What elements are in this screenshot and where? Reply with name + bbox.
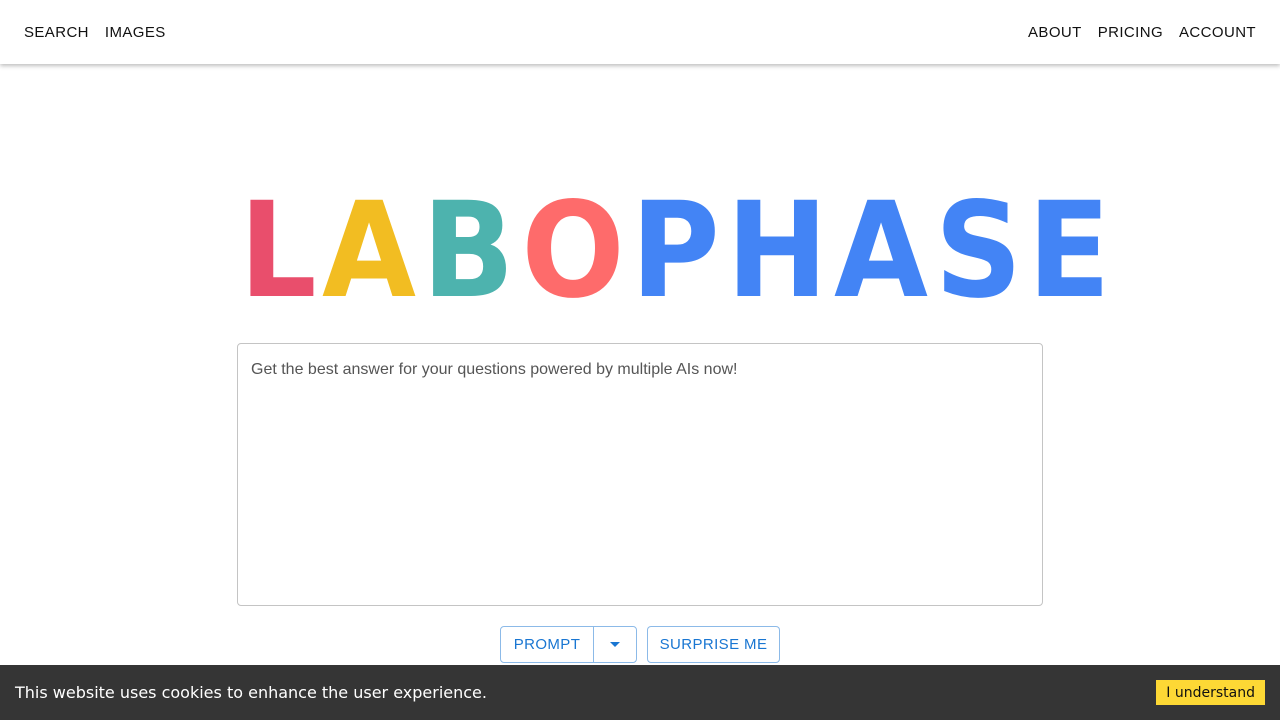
cookie-message: This website uses cookies to enhance the… bbox=[15, 683, 487, 702]
logo-letter: E bbox=[1027, 174, 1110, 328]
logo-letter: L bbox=[239, 174, 316, 328]
nav-images-link[interactable]: IMAGES bbox=[97, 18, 174, 47]
prompt-split-button: PROMPT bbox=[500, 626, 637, 663]
cookie-banner: This website uses cookies to enhance the… bbox=[0, 665, 1280, 720]
action-buttons: PROMPT SURPRISE ME bbox=[500, 626, 780, 663]
logo-letter: B bbox=[422, 174, 515, 328]
nav-account-link[interactable]: ACCOUNT bbox=[1171, 18, 1264, 47]
nav-pricing-link[interactable]: PRICING bbox=[1090, 18, 1171, 47]
logo-letter: H bbox=[726, 174, 828, 328]
cookie-accept-button[interactable]: I understand bbox=[1156, 680, 1265, 705]
nav-about-link[interactable]: ABOUT bbox=[1020, 18, 1090, 47]
labophase-logo: LABOPHASE bbox=[236, 174, 1110, 328]
nav-search-link[interactable]: SEARCH bbox=[16, 18, 97, 47]
logo-letter: A bbox=[322, 174, 416, 328]
logo-letter: P bbox=[630, 174, 720, 328]
prompt-button[interactable]: PROMPT bbox=[501, 627, 594, 662]
logo-letter: A bbox=[834, 174, 928, 328]
prompt-dropdown-button[interactable] bbox=[594, 627, 636, 662]
nav-right: ABOUT PRICING ACCOUNT bbox=[1020, 18, 1264, 47]
nav-left: SEARCH IMAGES bbox=[16, 18, 174, 47]
prompt-input[interactable] bbox=[251, 361, 1029, 588]
top-navbar: SEARCH IMAGES ABOUT PRICING ACCOUNT bbox=[0, 0, 1280, 64]
surprise-me-button[interactable]: SURPRISE ME bbox=[647, 626, 780, 663]
logo-letter: S bbox=[934, 174, 1021, 328]
caret-down-icon bbox=[610, 642, 620, 647]
prompt-box bbox=[237, 343, 1043, 606]
logo-letter: O bbox=[521, 174, 624, 328]
